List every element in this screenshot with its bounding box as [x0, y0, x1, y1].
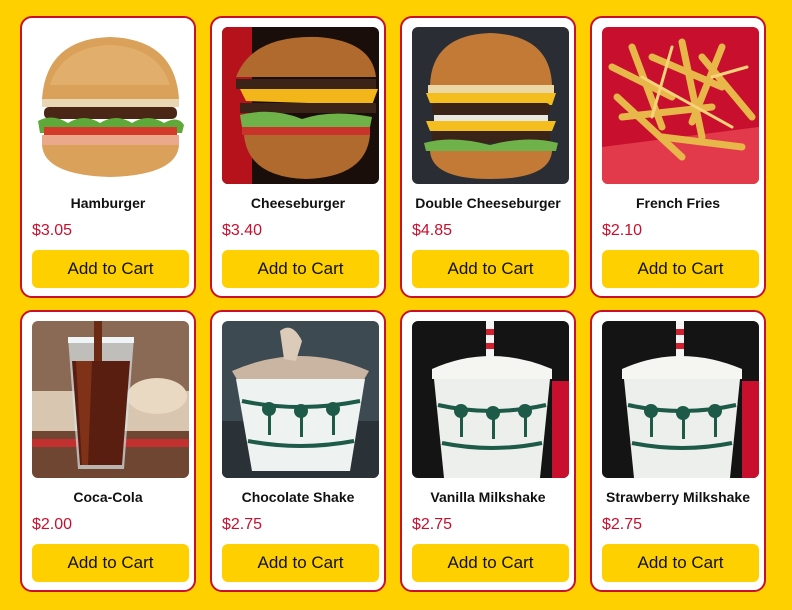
cheeseburger-photo: [222, 27, 379, 184]
coca-cola-photo: [32, 321, 189, 478]
product-price: $3.40: [222, 222, 263, 239]
product-card-double-cheeseburger: Double Cheeseburger $4.85 Add to Cart: [400, 16, 576, 298]
add-to-cart-button[interactable]: Add to Cart: [602, 544, 759, 582]
product-name: Strawberry Milkshake: [606, 489, 750, 505]
add-to-cart-button[interactable]: Add to Cart: [412, 250, 569, 288]
product-price: $2.75: [602, 516, 643, 533]
product-name: Chocolate Shake: [241, 489, 355, 505]
product-name: Coca-Cola: [73, 489, 143, 505]
product-name: Double Cheeseburger: [415, 195, 561, 211]
product-card-french-fries: French Fries $2.10 Add to Cart: [590, 16, 766, 298]
hamburger-photo: [32, 27, 189, 184]
product-card-coca-cola: Coca-Cola $2.00 Add to Cart: [20, 310, 196, 592]
double-cheeseburger-photo: [412, 27, 569, 184]
strawberry-milkshake-photo: [602, 321, 759, 478]
product-card-vanilla-milkshake: Vanilla Milkshake $2.75 Add to Cart: [400, 310, 576, 592]
product-price: $2.10: [602, 222, 643, 239]
product-price: $2.75: [412, 516, 453, 533]
product-price: $4.85: [412, 222, 453, 239]
add-to-cart-button[interactable]: Add to Cart: [222, 250, 379, 288]
add-to-cart-button[interactable]: Add to Cart: [602, 250, 759, 288]
vanilla-milkshake-photo: [412, 321, 569, 478]
add-to-cart-button[interactable]: Add to Cart: [412, 544, 569, 582]
add-to-cart-button[interactable]: Add to Cart: [32, 544, 189, 582]
product-card-strawberry-milkshake: Strawberry Milkshake $2.75 Add to Cart: [590, 310, 766, 592]
add-to-cart-button[interactable]: Add to Cart: [222, 544, 379, 582]
chocolate-shake-photo: [222, 321, 379, 478]
product-name: Hamburger: [70, 195, 146, 211]
product-card-hamburger: Hamburger $3.05 Add to Cart: [20, 16, 196, 298]
product-price: $2.00: [32, 516, 73, 533]
product-name: Cheeseburger: [250, 195, 346, 211]
french-fries-photo: [602, 27, 759, 184]
product-price: $2.75: [222, 516, 263, 533]
product-card-cheeseburger: Cheeseburger $3.40 Add to Cart: [210, 16, 386, 298]
product-name: French Fries: [635, 195, 721, 211]
product-card-chocolate-shake: Chocolate Shake $2.75 Add to Cart: [210, 310, 386, 592]
product-price: $3.05: [32, 222, 73, 239]
product-grid: Hamburger $3.05 Add to Cart Cheeseburger…: [0, 0, 792, 610]
add-to-cart-button[interactable]: Add to Cart: [32, 250, 189, 288]
product-name: Vanilla Milkshake: [430, 489, 546, 505]
